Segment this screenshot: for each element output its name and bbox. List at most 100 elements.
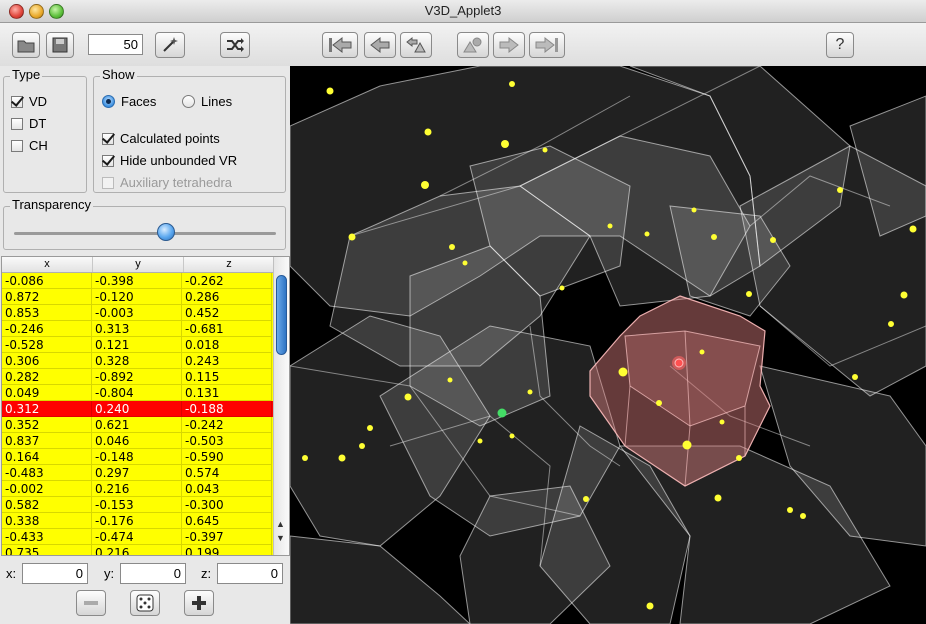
table-cell-y[interactable]: -0.804 xyxy=(92,385,182,401)
table-cell-y[interactable]: 0.121 xyxy=(92,337,182,353)
table-cell-z[interactable]: -0.188 xyxy=(182,401,272,417)
generate-button[interactable] xyxy=(155,32,185,58)
table-cell-z[interactable]: 0.018 xyxy=(182,337,272,353)
table-cell-z[interactable]: -0.590 xyxy=(182,449,272,465)
save-button[interactable] xyxy=(46,32,74,58)
selected-point[interactable] xyxy=(674,358,684,368)
table-cell-z[interactable]: -0.397 xyxy=(182,529,272,545)
shuffle-button[interactable] xyxy=(220,32,250,58)
table-cell-x[interactable]: -0.433 xyxy=(2,529,92,545)
table-cell-y[interactable]: 0.240 xyxy=(92,401,182,417)
faces-radio[interactable]: Faces xyxy=(102,94,156,109)
voronoi-render[interactable] xyxy=(290,66,926,624)
table-row[interactable]: 0.872 -0.120 0.286 xyxy=(2,289,274,305)
table-cell-z[interactable]: -0.262 xyxy=(182,273,272,289)
table-cell-y[interactable]: -0.398 xyxy=(92,273,182,289)
table-row[interactable]: 0.282 -0.892 0.115 xyxy=(2,369,274,385)
lines-radio[interactable]: Lines xyxy=(182,94,232,109)
z-coord-input[interactable] xyxy=(217,563,283,584)
table-cell-y[interactable]: 0.328 xyxy=(92,353,182,369)
table-row[interactable]: -0.246 0.313 -0.681 xyxy=(2,321,274,337)
table-cell-y[interactable]: -0.474 xyxy=(92,529,182,545)
table-cell-x[interactable]: 0.352 xyxy=(2,417,92,433)
table-row[interactable]: 0.338 -0.176 0.645 xyxy=(2,513,274,529)
table-cell-x[interactable]: -0.086 xyxy=(2,273,92,289)
table-cell-z[interactable]: 0.199 xyxy=(182,545,272,555)
table-cell-z[interactable]: 0.243 xyxy=(182,353,272,369)
table-cell-z[interactable]: -0.681 xyxy=(182,321,272,337)
back-button[interactable] xyxy=(364,32,396,58)
table-cell-x[interactable]: 0.312 xyxy=(2,401,92,417)
table-cell-y[interactable]: 0.621 xyxy=(92,417,182,433)
table-cell-y[interactable]: -0.176 xyxy=(92,513,182,529)
table-row[interactable]: 0.164 -0.148 -0.590 xyxy=(2,449,274,465)
table-cell-y[interactable]: 0.216 xyxy=(92,481,182,497)
table-cell-z[interactable]: 0.115 xyxy=(182,369,272,385)
table-cell-z[interactable]: -0.503 xyxy=(182,433,272,449)
table-row[interactable]: 0.306 0.328 0.243 xyxy=(2,353,274,369)
table-cell-z[interactable]: 0.645 xyxy=(182,513,272,529)
table-cell-y[interactable]: -0.148 xyxy=(92,449,182,465)
3d-viewport[interactable] xyxy=(290,66,926,624)
table-cell-x[interactable]: 0.049 xyxy=(2,385,92,401)
open-button[interactable] xyxy=(12,32,40,58)
table-cell-x[interactable]: 0.282 xyxy=(2,369,92,385)
first-step-button[interactable] xyxy=(322,32,358,58)
table-cell-z[interactable]: -0.242 xyxy=(182,417,272,433)
table-cell-x[interactable]: 0.837 xyxy=(2,433,92,449)
table-row[interactable]: -0.086 -0.398 -0.262 xyxy=(2,273,274,289)
forward-button[interactable] xyxy=(493,32,525,58)
calculated-points-checkbox[interactable]: Calculated points xyxy=(102,131,220,146)
table-row[interactable]: -0.483 0.297 0.574 xyxy=(2,465,274,481)
transparency-slider-track[interactable] xyxy=(14,232,276,235)
table-cell-x[interactable]: 0.735 xyxy=(2,545,92,555)
column-header-y[interactable]: y xyxy=(93,257,184,272)
table-row[interactable]: 0.582 -0.153 -0.300 xyxy=(2,497,274,513)
table-cell-z[interactable]: 0.452 xyxy=(182,305,272,321)
table-row[interactable]: 0.352 0.621 -0.242 xyxy=(2,417,274,433)
table-row[interactable]: 0.853 -0.003 0.452 xyxy=(2,305,274,321)
table-row[interactable]: 0.735 0.216 0.199 xyxy=(2,545,274,555)
scroll-up-icon[interactable]: ▲ xyxy=(276,519,285,529)
scrollbar-thumb[interactable] xyxy=(276,275,287,355)
table-cell-y[interactable]: 0.216 xyxy=(92,545,182,555)
table-cell-x[interactable]: 0.338 xyxy=(2,513,92,529)
table-cell-y[interactable]: -0.153 xyxy=(92,497,182,513)
table-cell-x[interactable]: 0.872 xyxy=(2,289,92,305)
ch-checkbox[interactable]: CH xyxy=(11,138,48,153)
table-cell-y[interactable]: -0.120 xyxy=(92,289,182,305)
table-cell-x[interactable]: 0.853 xyxy=(2,305,92,321)
table-cell-z[interactable]: 0.131 xyxy=(182,385,272,401)
count-input[interactable] xyxy=(88,34,143,55)
table-cell-z[interactable]: 0.043 xyxy=(182,481,272,497)
table-row[interactable]: -0.528 0.121 0.018 xyxy=(2,337,274,353)
table-row[interactable]: -0.002 0.216 0.043 xyxy=(2,481,274,497)
table-row[interactable]: 0.837 0.046 -0.503 xyxy=(2,433,274,449)
scroll-down-icon[interactable]: ▼ xyxy=(276,533,285,543)
vd-checkbox[interactable]: VD xyxy=(11,94,47,109)
add-point-button[interactable] xyxy=(457,32,489,58)
table-cell-z[interactable]: 0.574 xyxy=(182,465,272,481)
dt-checkbox[interactable]: DT xyxy=(11,116,46,131)
table-row[interactable]: -0.433 -0.474 -0.397 xyxy=(2,529,274,545)
table-cell-x[interactable]: 0.306 xyxy=(2,353,92,369)
transparency-slider-thumb[interactable] xyxy=(156,223,175,241)
table-cell-x[interactable]: -0.002 xyxy=(2,481,92,497)
table-cell-y[interactable]: 0.046 xyxy=(92,433,182,449)
table-cell-x[interactable]: -0.246 xyxy=(2,321,92,337)
x-coord-input[interactable] xyxy=(22,563,88,584)
table-cell-z[interactable]: 0.286 xyxy=(182,289,272,305)
hide-unbounded-checkbox[interactable]: Hide unbounded VR xyxy=(102,153,237,168)
table-cell-y[interactable]: -0.892 xyxy=(92,369,182,385)
add-point-bottom-button[interactable] xyxy=(184,590,214,616)
table-row-selected[interactable]: 0.312 0.240 -0.188 xyxy=(2,401,274,417)
table-scrollbar[interactable]: ▲ ▼ xyxy=(273,257,289,555)
column-header-x[interactable]: x xyxy=(2,257,93,272)
remove-point-button[interactable] xyxy=(76,590,106,616)
help-button[interactable]: ? xyxy=(826,32,854,58)
last-step-button[interactable] xyxy=(529,32,565,58)
table-row[interactable]: 0.049 -0.804 0.131 xyxy=(2,385,274,401)
table-cell-x[interactable]: -0.483 xyxy=(2,465,92,481)
table-cell-x[interactable]: 0.582 xyxy=(2,497,92,513)
table-cell-z[interactable]: -0.300 xyxy=(182,497,272,513)
